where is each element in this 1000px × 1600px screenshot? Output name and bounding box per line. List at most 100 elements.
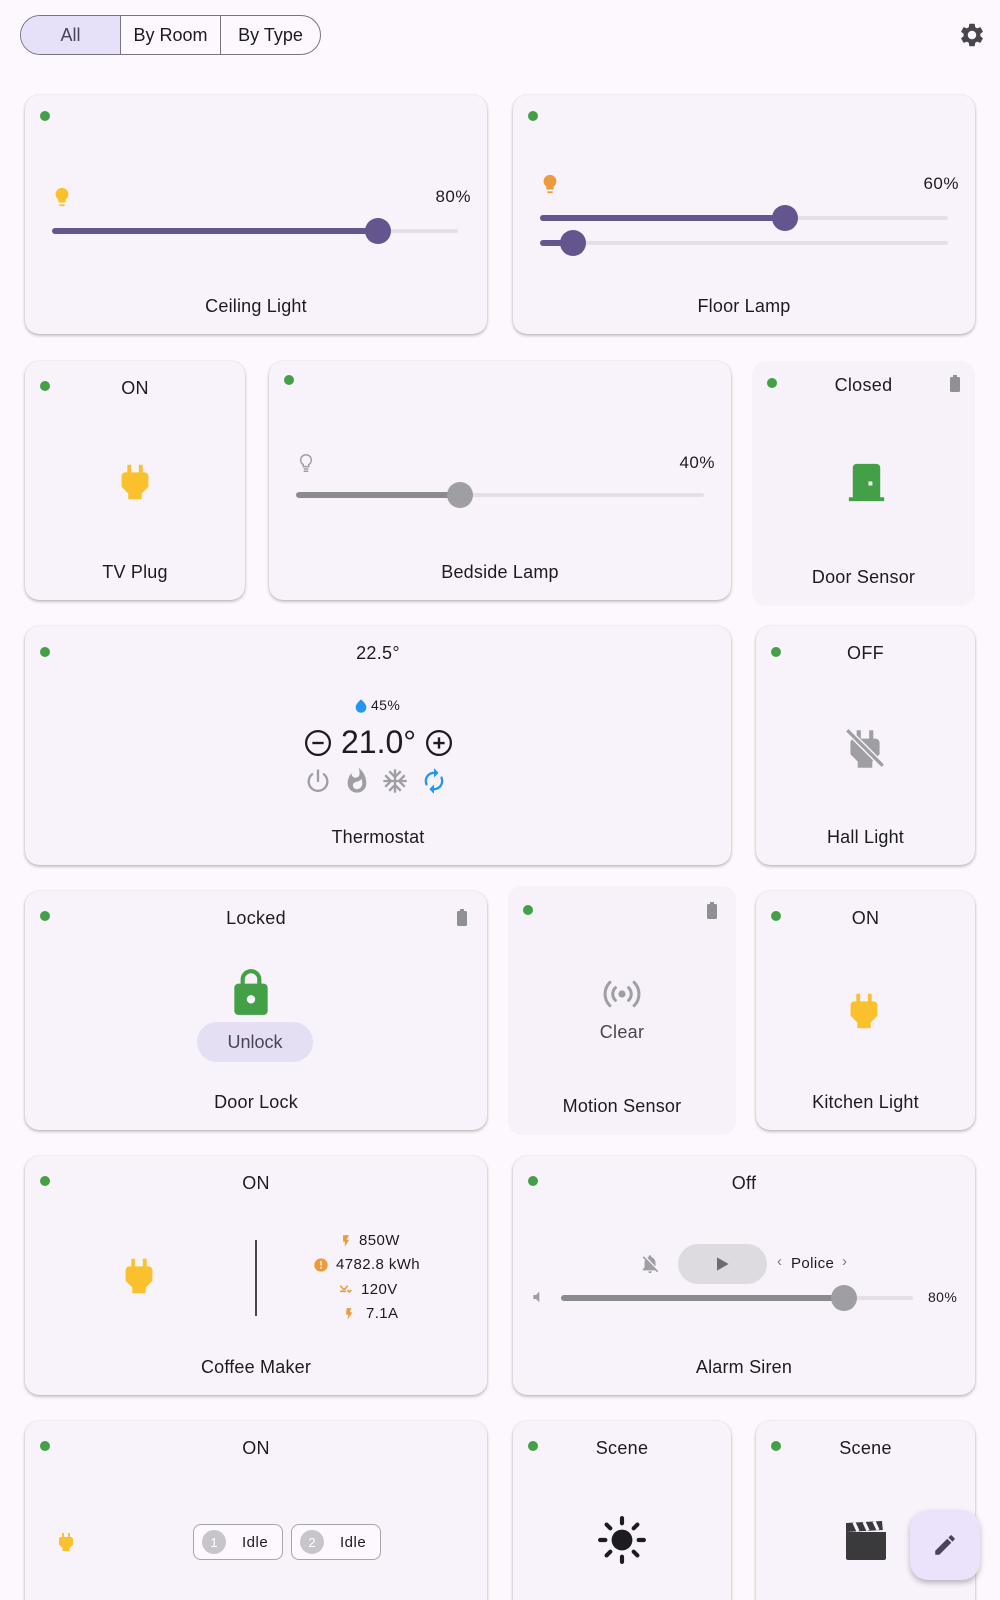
divider <box>255 1240 257 1316</box>
voltage-value: 120V <box>361 1281 398 1298</box>
energy-value: 4782.8 kWh <box>336 1256 421 1273</box>
siren-tone: Police <box>791 1255 835 1272</box>
edit-fab[interactable] <box>910 1510 980 1580</box>
power-plug-icon <box>121 464 149 500</box>
brightness-value: 80% <box>435 187 471 206</box>
gear-icon[interactable] <box>958 21 986 49</box>
outlet-chip[interactable]: 1 Idle <box>193 1524 283 1560</box>
target-temperature: 21.0° <box>341 724 417 760</box>
brightness-fill <box>52 228 376 234</box>
volume-icon <box>533 1291 540 1303</box>
device-name: Alarm Siren <box>695 1357 793 1377</box>
kitchen-light-card[interactable]: ON Kitchen Light <box>756 891 975 1130</box>
energy-meter-icon <box>314 1258 328 1272</box>
motion-sensor-card[interactable]: Clear Motion Sensor <box>508 886 736 1135</box>
power-mode-icon[interactable] <box>304 767 332 795</box>
filter-by-room[interactable]: By Room <box>120 16 220 54</box>
coffee-maker-card[interactable]: ON 850W 4782.8 kWh 120V 7.1A Coffee Make… <box>25 1156 487 1395</box>
auto-mode-icon[interactable] <box>420 767 448 795</box>
lightbulb-outline-icon <box>299 454 313 472</box>
plus-circle-icon[interactable] <box>424 728 454 758</box>
ceiling-light-card[interactable]: 80% Ceiling Light <box>25 95 487 334</box>
bedside-lamp-card[interactable]: 40% Bedside Lamp <box>269 361 731 600</box>
brightness-fill <box>296 492 459 498</box>
device-name: Bedside Lamp <box>441 562 559 582</box>
device-name: Thermostat <box>331 827 425 847</box>
online-indicator <box>284 375 294 385</box>
floor-lamp-card[interactable]: 60% Floor Lamp <box>513 95 975 334</box>
online-indicator <box>40 111 50 121</box>
filter-all[interactable]: All <box>21 16 120 54</box>
lightbulb-icon <box>55 187 69 207</box>
door-lock-card[interactable]: Locked Unlock Door Lock <box>25 891 487 1130</box>
battery-icon <box>950 375 960 392</box>
power-status: ON <box>242 1438 270 1458</box>
heat-flame-icon[interactable] <box>343 767 371 795</box>
notifications-off-icon[interactable] <box>639 1253 661 1275</box>
outlet-number: 1 <box>202 1530 226 1554</box>
cool-snowflake-icon[interactable] <box>381 767 409 795</box>
battery-icon <box>707 902 717 919</box>
power-status: ON <box>242 1173 270 1193</box>
view-filter: All By Room By Type <box>20 15 321 55</box>
device-name: Hall Light <box>826 827 905 847</box>
device-name: Coffee Maker <box>200 1357 312 1377</box>
power-status: ON <box>851 908 880 928</box>
power-status: OFF <box>847 643 884 663</box>
siren-status: Off <box>731 1173 757 1193</box>
power-plug-icon <box>125 1258 153 1294</box>
lock-icon <box>234 969 268 1015</box>
motion-sensor-icon <box>603 980 641 1008</box>
power-status: ON <box>121 378 149 398</box>
scene-label: Scene <box>839 1438 892 1458</box>
brightness-slider[interactable] <box>447 482 473 508</box>
scene-card[interactable]: Scene <box>513 1421 731 1600</box>
battery-icon <box>457 909 467 926</box>
current-temperature: 22.5° <box>356 643 400 663</box>
bolt-icon <box>343 1235 349 1247</box>
movie-clapper-icon <box>846 1520 886 1560</box>
brightness-fill <box>540 215 784 221</box>
contact-status: Closed <box>834 375 893 395</box>
device-name: Floor Lamp <box>697 296 791 316</box>
tv-plug-card[interactable]: ON TV Plug <box>25 361 245 600</box>
motion-status: Clear <box>599 1022 645 1042</box>
online-indicator <box>523 905 533 915</box>
brightness-value: 40% <box>679 453 715 472</box>
device-name: Door Sensor <box>811 567 916 587</box>
color-temp-track <box>540 241 948 245</box>
power-plug-icon <box>59 1533 73 1551</box>
minus-circle-icon[interactable] <box>303 728 333 758</box>
power-strip-card[interactable]: ON 1 Idle 2 Idle <box>25 1421 487 1600</box>
device-name: TV Plug <box>102 562 168 582</box>
volume-slider[interactable] <box>831 1285 857 1311</box>
lightbulb-icon <box>543 174 557 194</box>
outlet-chip[interactable]: 2 Idle <box>291 1524 381 1560</box>
device-name: Kitchen Light <box>812 1092 919 1112</box>
device-name: Motion Sensor <box>562 1096 682 1116</box>
voltage-icon <box>339 1285 352 1294</box>
chevron-right-icon[interactable]: › <box>842 1253 847 1270</box>
brightness-slider[interactable] <box>772 205 798 231</box>
current-icon <box>346 1308 353 1320</box>
humidity-value: 45% <box>371 697 401 713</box>
brightness-value: 60% <box>923 174 959 193</box>
outlet-number: 2 <box>300 1530 324 1554</box>
brightness-slider[interactable] <box>365 218 391 244</box>
humidity-drop-icon <box>355 699 367 713</box>
door-sensor-card[interactable]: Closed Door Sensor <box>752 361 975 606</box>
chevron-left-icon[interactable]: ‹ <box>777 1253 782 1270</box>
play-button[interactable] <box>678 1244 767 1284</box>
hall-light-card[interactable]: OFF Hall Light <box>756 626 975 865</box>
alarm-siren-card[interactable]: Off ‹ Police › 80% Alarm Siren <box>513 1156 975 1395</box>
power-plug-off-icon <box>846 729 885 768</box>
filter-by-type[interactable]: By Type <box>220 16 320 54</box>
outlet-state: Idle <box>340 1533 367 1551</box>
current-value: 7.1A <box>366 1305 399 1322</box>
door-closed-icon <box>848 463 885 502</box>
unlock-button[interactable]: Unlock <box>197 1022 313 1062</box>
power-plug-icon <box>850 993 878 1029</box>
device-name: Door Lock <box>214 1092 298 1112</box>
thermostat-card[interactable]: 22.5° 45% 21.0° Thermostat <box>25 626 731 865</box>
color-temp-slider[interactable] <box>560 230 586 256</box>
